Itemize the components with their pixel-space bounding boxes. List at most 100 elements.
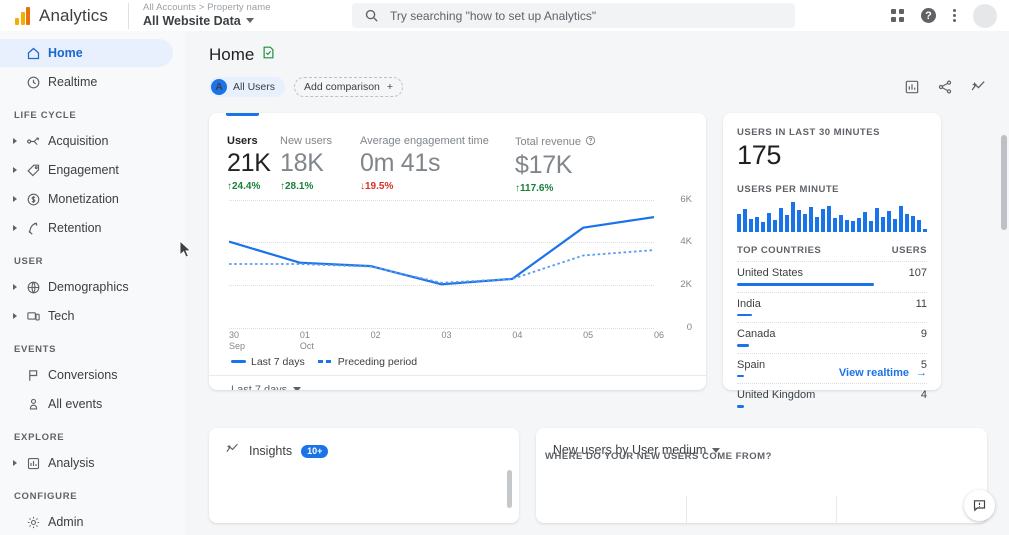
sparkline-bar xyxy=(791,202,795,232)
sidebar-item-conversions[interactable]: Conversions xyxy=(0,361,185,389)
sparkline-bar xyxy=(749,219,753,232)
search-bar[interactable]: Try searching "how to set up Analytics" xyxy=(352,3,795,28)
gear-icon xyxy=(20,515,46,530)
sparkline-bar xyxy=(899,206,903,232)
x-axis-tick-label: 04 xyxy=(512,330,522,341)
sidebar-item-label: Admin xyxy=(46,515,83,529)
card-footer: Last 7 days xyxy=(209,375,706,391)
metric-users[interactable]: Users 21K ↑24.4% xyxy=(227,135,280,194)
more-options-icon[interactable] xyxy=(953,9,956,22)
sparkline-bar xyxy=(851,221,855,232)
share-icon[interactable] xyxy=(937,79,953,100)
legend-label: Preceding period xyxy=(338,356,417,368)
help-circle-icon[interactable] xyxy=(585,135,596,149)
metric-delta-value: 19.5% xyxy=(365,181,393,192)
table-row[interactable]: United States107 xyxy=(737,261,927,292)
table-row[interactable]: United Kingdom4 xyxy=(737,383,927,414)
insights-scrollbar[interactable] xyxy=(507,470,512,508)
analytics-logo-icon xyxy=(15,7,30,25)
table-row[interactable]: Canada9 xyxy=(737,322,927,353)
sidebar-item-tech[interactable]: Tech xyxy=(0,302,185,330)
sidebar-item-label: Demographics xyxy=(46,280,129,294)
account-avatar[interactable] xyxy=(973,4,997,28)
country-bar xyxy=(737,314,752,317)
account-selector[interactable]: All Accounts > Property name All Website… xyxy=(143,3,271,28)
realtime-users-caption: USERS IN LAST 30 MINUTES xyxy=(737,127,927,138)
date-range-selector[interactable]: Last 7 days xyxy=(231,384,706,391)
metric-total-revenue[interactable]: Total revenue $17K ↑117.6% xyxy=(515,135,606,194)
sidebar-item-realtime[interactable]: Realtime xyxy=(0,68,185,96)
checked-document-icon[interactable] xyxy=(261,45,276,65)
users-line-chart[interactable]: 02K4K6K xyxy=(229,200,692,328)
analytics-logo[interactable]: Analytics xyxy=(0,6,120,26)
sidebar-item-all-events[interactable]: All events xyxy=(0,390,185,418)
chart-series-dotted xyxy=(229,250,654,283)
expand-icon[interactable] xyxy=(9,284,20,290)
metric-delta: ↓19.5% xyxy=(360,181,505,192)
sidebar-item-demographics[interactable]: Demographics xyxy=(0,273,185,301)
apps-grid-icon[interactable] xyxy=(891,9,904,22)
sparkline-bar xyxy=(803,214,807,233)
column-divider xyxy=(686,496,837,523)
home-icon xyxy=(20,46,46,61)
realtime-card: USERS IN LAST 30 MINUTES 175 USERS PER M… xyxy=(723,113,941,390)
page-header: Home A All Users Add comparison + xyxy=(185,31,1009,97)
sidebar: Home Realtime LIFE CYCLE Acquisition xyxy=(0,31,185,535)
column-header-users: USERS xyxy=(892,245,927,256)
view-realtime-link[interactable]: View realtime → xyxy=(839,367,927,379)
sidebar-item-monetization[interactable]: Monetization xyxy=(0,185,185,213)
expand-icon[interactable] xyxy=(9,138,20,144)
users-per-minute-caption: USERS PER MINUTE xyxy=(737,184,927,195)
page-header-actions xyxy=(904,78,987,100)
sidebar-item-label: Realtime xyxy=(46,75,97,89)
legend-swatch xyxy=(318,360,333,363)
events-icon xyxy=(20,397,46,412)
insights-header: Insights 10+ xyxy=(209,428,519,461)
sidebar-item-analysis[interactable]: Analysis xyxy=(0,449,185,477)
sidebar-section-events: EVENTS xyxy=(0,331,185,361)
expand-icon[interactable] xyxy=(9,460,20,466)
table-row[interactable]: India11 xyxy=(737,292,927,323)
sidebar-item-admin[interactable]: Admin xyxy=(0,508,185,535)
help-icon[interactable]: ? xyxy=(921,8,936,23)
account-breadcrumb: All Accounts > Property name xyxy=(143,3,271,14)
cards-row-top: Users 21K ↑24.4% New users 18K ↑28.1% xyxy=(209,113,987,390)
metric-label: Average engagement time xyxy=(360,135,505,147)
x-axis-tick-label: 01Oct xyxy=(300,330,314,353)
sparkline-bar xyxy=(905,214,909,233)
insights-icon[interactable] xyxy=(970,78,987,100)
metric-label: New users xyxy=(280,135,350,147)
view-realtime-label: View realtime xyxy=(839,367,909,379)
metric-delta: ↑117.6% xyxy=(515,183,596,194)
feedback-button[interactable] xyxy=(964,490,995,521)
metric-new-users[interactable]: New users 18K ↑28.1% xyxy=(280,135,360,194)
legend-item-last-7-days[interactable]: Last 7 days xyxy=(231,356,305,368)
edit-chart-icon[interactable] xyxy=(904,79,920,100)
devices-icon xyxy=(20,309,46,324)
insights-card: Insights 10+ xyxy=(209,428,519,523)
chart-series-solid xyxy=(229,217,654,284)
sidebar-item-retention[interactable]: Retention xyxy=(0,214,185,242)
sparkline-bar xyxy=(845,220,849,233)
legend-item-preceding-period[interactable]: Preceding period xyxy=(318,356,417,368)
chip-all-users[interactable]: A All Users xyxy=(209,77,285,97)
expand-icon[interactable] xyxy=(9,167,20,173)
plus-icon: + xyxy=(387,81,393,93)
sidebar-item-acquisition[interactable]: Acquisition xyxy=(0,127,185,155)
sidebar-item-home[interactable]: Home xyxy=(0,39,173,67)
country-bar xyxy=(737,375,744,378)
expand-icon[interactable] xyxy=(9,313,20,319)
sparkline-bar xyxy=(779,208,783,233)
acquisition-icon xyxy=(20,134,46,149)
metric-avg-engagement-time[interactable]: Average engagement time 0m 41s ↓19.5% xyxy=(360,135,515,194)
expand-icon[interactable] xyxy=(9,196,20,202)
sparkline-bar xyxy=(797,210,801,232)
search-input[interactable]: Try searching "how to set up Analytics" xyxy=(390,9,596,23)
cards-row-bottom: Insights 10+ New users by User medium xyxy=(209,428,987,523)
page-scrollbar[interactable] xyxy=(1001,135,1007,230)
sidebar-item-engagement[interactable]: Engagement xyxy=(0,156,185,184)
add-comparison-button[interactable]: Add comparison + xyxy=(294,77,403,97)
country-users: 107 xyxy=(909,267,927,279)
expand-icon[interactable] xyxy=(9,225,20,231)
divider xyxy=(128,3,129,29)
